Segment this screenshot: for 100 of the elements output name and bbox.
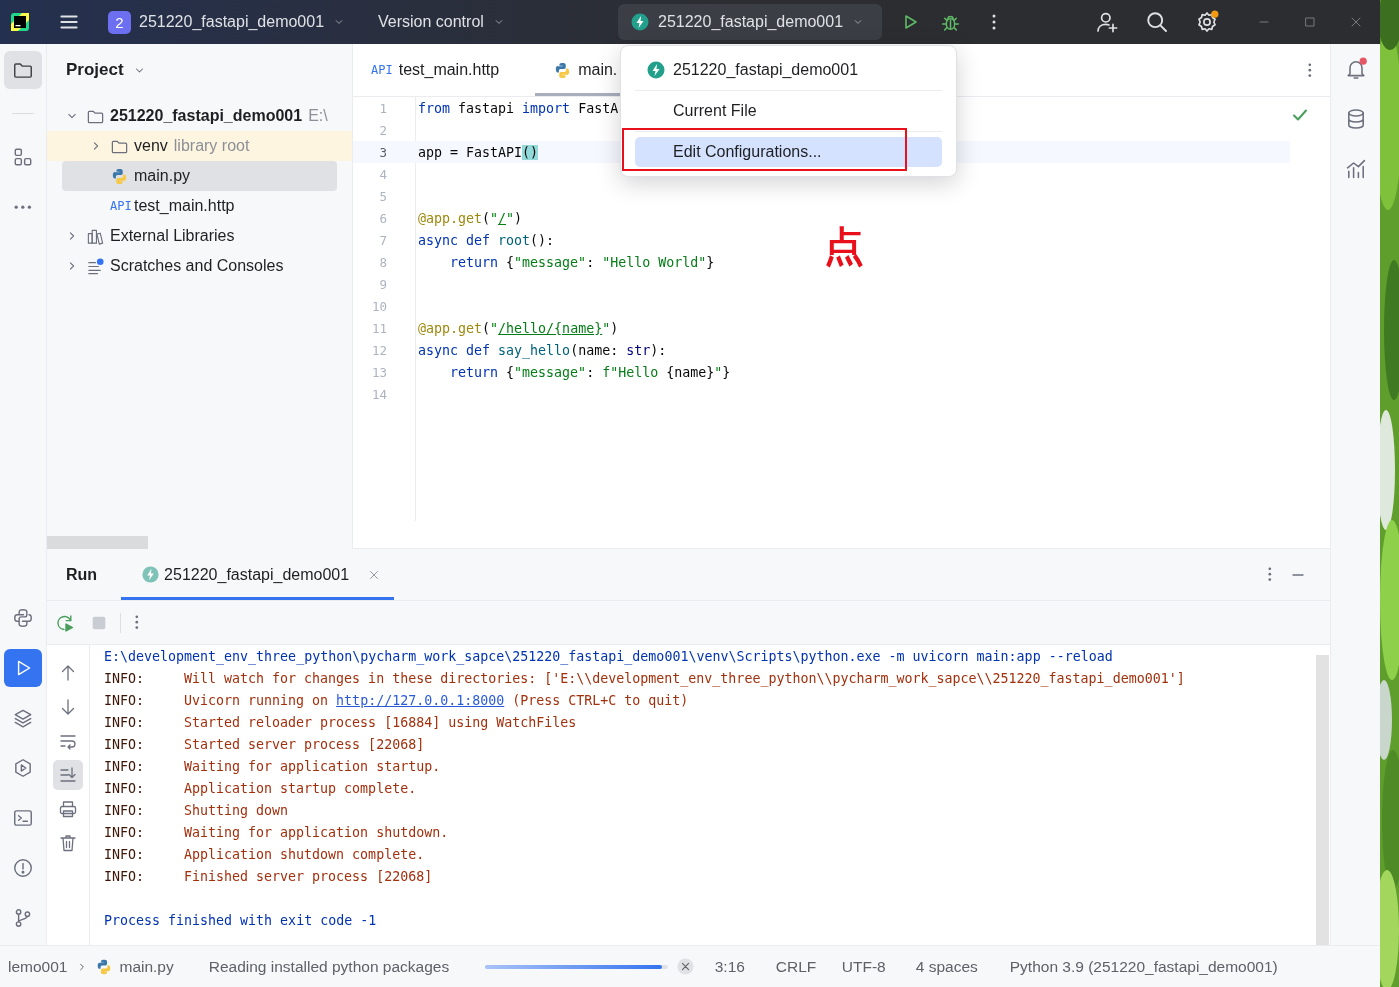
console-toggle[interactable]: [53, 760, 83, 790]
exclamation-icon: [12, 857, 34, 879]
services-icon: [12, 757, 34, 779]
scrollbar[interactable]: [47, 536, 148, 549]
code-line: from fastapi import FastA: [418, 100, 619, 116]
log-message: Application shutdown complete.: [184, 846, 425, 862]
log-message: Started server process [22068]: [184, 736, 425, 752]
vcs-menu[interactable]: Version control: [372, 4, 522, 40]
line-number: 3: [378, 144, 387, 160]
code-line: @app.get("/hello/{name}"): [418, 320, 619, 336]
log-message: Waiting for application shutdown.: [184, 824, 449, 840]
project-selector[interactable]: 2 251220_fastapi_demo001: [102, 4, 364, 40]
code-line: app = FastAPI(): [418, 144, 539, 160]
log-level: INFO:: [104, 670, 146, 686]
breadcrumb[interactable]: main.py: [95, 957, 174, 976]
code-line: async def say_hello(name: str):: [418, 342, 667, 358]
more-icon[interactable]: [992, 14, 996, 30]
log-message: Uvicorn running on http://127.0.0.1:8000 (Press CTRL+C to quit): [184, 692, 689, 708]
line-number: 11: [370, 320, 387, 336]
terminal-icon: [12, 807, 34, 829]
log-level: INFO:: [104, 780, 146, 796]
add-user-icon[interactable]: [1095, 10, 1119, 34]
log-message: Waiting for application startup.: [184, 758, 441, 774]
line-number: 5: [378, 188, 387, 204]
tree-item[interactable]: 251220_fastapi_demo001 E:\: [47, 101, 352, 131]
file-type-label: API: [110, 199, 129, 213]
line-number: 8: [378, 254, 387, 270]
line-number: 10: [370, 298, 387, 314]
indent-setting[interactable]: 4 spaces: [915, 957, 1010, 976]
menu-item[interactable]: Edit Configurations...: [635, 137, 942, 167]
search-icon[interactable]: [1145, 10, 1169, 34]
tree-item[interactable]: API test_main.http: [47, 191, 352, 221]
log-message: Started reloader process [16884] using WatchFiles: [184, 714, 577, 730]
line-number: 12: [370, 342, 387, 358]
editor-tab[interactable]: API test_main.http: [353, 44, 536, 96]
tool-window-button[interactable]: [4, 51, 42, 89]
run-configuration-selector[interactable]: 251220_fastapi_demo001: [618, 4, 882, 40]
layers-icon: [12, 707, 34, 729]
line-number: 13: [370, 364, 387, 380]
log-level: INFO:: [104, 692, 146, 708]
code-line: async def root():: [418, 232, 555, 248]
code-line: return {"message": f"Hello {name}"}: [449, 364, 731, 380]
app-logo-icon: [10, 12, 30, 32]
bolt-icon: [646, 60, 666, 80]
bolt-icon: [630, 12, 650, 32]
log-level: INFO:: [104, 802, 146, 818]
code-line: return {"message": "Hello World"}: [449, 254, 715, 270]
more-icon[interactable]: [135, 615, 139, 630]
tree-item[interactable]: venv library root: [47, 131, 352, 161]
cancel-icon[interactable]: [675, 957, 695, 976]
menu-item[interactable]: Current File: [635, 96, 942, 126]
maximize-icon[interactable]: [1302, 14, 1318, 30]
line-number: 4: [378, 166, 387, 182]
python-file-icon: [110, 166, 129, 186]
breadcrumb[interactable]: lemo001: [8, 957, 68, 976]
bolt-icon: [141, 565, 161, 584]
log-level: INFO:: [104, 714, 146, 730]
more-icon: [14, 204, 32, 210]
log-message: Application startup complete.: [184, 780, 417, 796]
tool-window-button[interactable]: [4, 649, 42, 687]
panel-title: Run: [65, 565, 98, 584]
printer-icon: [58, 799, 78, 819]
log-level: INFO:: [104, 758, 146, 774]
tree-item[interactable]: Scratches and Consoles: [47, 251, 352, 281]
interpreter[interactable]: Python 3.9 (251220_fastapi_demo001): [1009, 957, 1278, 976]
code-line: @app.get("/"): [418, 210, 523, 226]
scroll-to-end-icon: [58, 765, 78, 785]
log-level: INFO:: [104, 824, 146, 840]
log-level: INFO:: [104, 736, 146, 752]
rerun-icon[interactable]: [55, 612, 75, 633]
tree-item[interactable]: External Libraries: [47, 221, 352, 251]
line-number: 7: [378, 232, 387, 248]
log-message: Shutting down: [184, 802, 289, 818]
line-number: 1: [378, 100, 387, 116]
line-number: 6: [378, 210, 387, 226]
caret-position[interactable]: 3:16: [714, 957, 776, 976]
file-type-label: API: [371, 63, 393, 77]
more-icon[interactable]: [1308, 62, 1312, 78]
tree-item[interactable]: main.py: [62, 161, 337, 191]
panel-title[interactable]: Project: [66, 60, 124, 80]
exit-message: Process finished with exit code -1: [104, 912, 377, 928]
encoding[interactable]: UTF-8: [841, 957, 916, 976]
log-level: INFO:: [104, 846, 146, 862]
scrollbar[interactable]: [1316, 655, 1329, 945]
annotation-text: 点: [824, 223, 864, 269]
structure-icon: [12, 146, 34, 168]
console-command: E:\development_env_three_python\pycharm_work_sapce\251220_fastapi_demo001\venv\Scripts\python.exe -m uvicorn main:app --reload: [104, 648, 1113, 664]
task-label: Reading installed python packages: [208, 957, 451, 976]
line-separator[interactable]: CRLF: [775, 957, 842, 976]
link[interactable]: http://127.0.0.1:8000: [336, 692, 505, 708]
settings-icon[interactable]: [1195, 10, 1219, 34]
project-badge: 2: [108, 10, 131, 34]
line-number: 2: [378, 122, 387, 138]
python-icon: [12, 607, 34, 629]
log-level: INFO:: [104, 868, 146, 884]
scratches-icon: [86, 256, 105, 276]
log-message: Will watch for changes in these directories: ['E:\\development_env_three_python\\pycharm_work_sapce\\251220_fastapi_demo001']: [184, 670, 1185, 686]
trash-icon: [58, 833, 78, 853]
more-icon[interactable]: [1268, 567, 1272, 582]
log-message: Finished server process [22068]: [184, 868, 433, 884]
